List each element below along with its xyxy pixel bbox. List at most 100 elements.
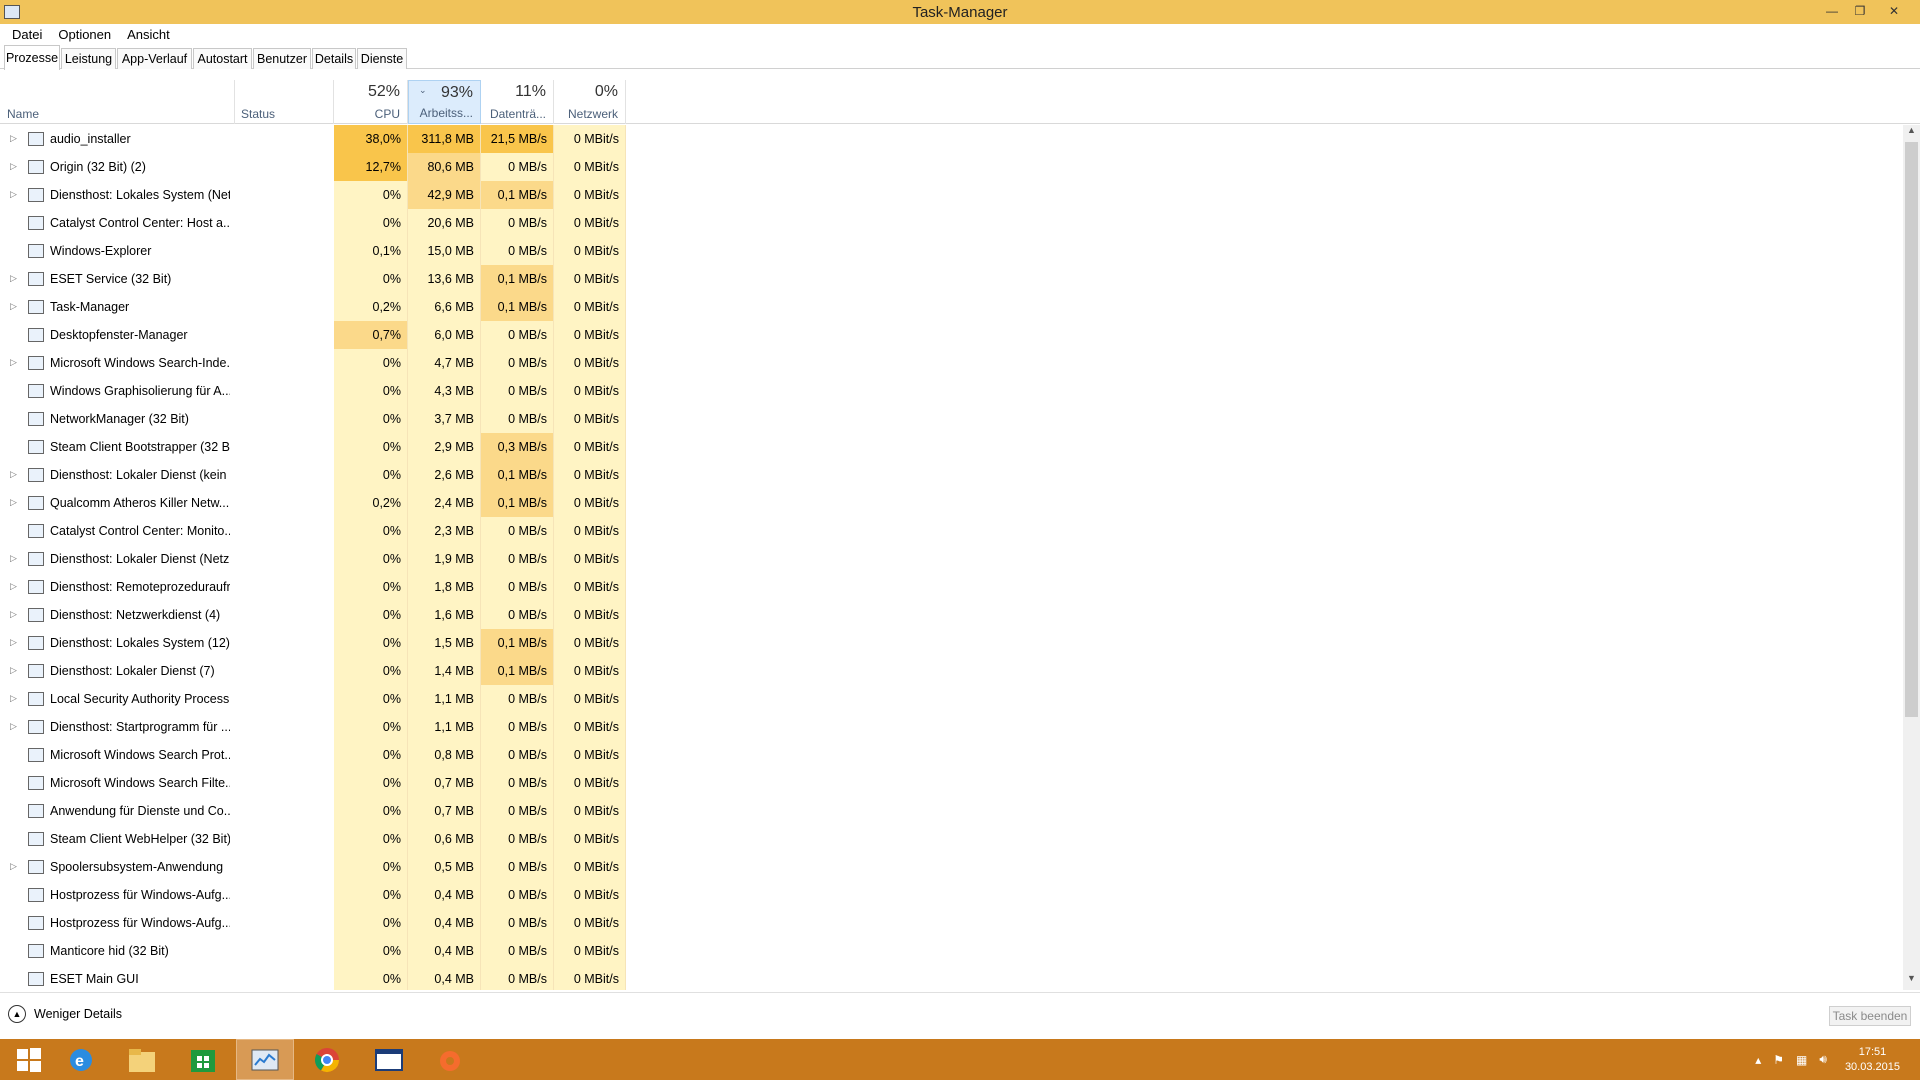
process-name: Windows Graphisolierung für A... [50,384,230,398]
process-row[interactable]: Catalyst Control Center: Host a... 0% 20,6… [0,209,626,237]
taskbar-file-explorer[interactable] [113,1039,171,1080]
gear-icon [28,580,44,594]
taskbar-internet-explorer[interactable]: e [52,1039,110,1080]
process-row[interactable]: ▷ Diensthost: Lokaler Dienst (Netz... 0% 1,… [0,545,626,573]
expand-chevron-icon[interactable]: ▷ [10,581,18,591]
taskbar-task-manager[interactable] [236,1039,294,1080]
tab-benutzer[interactable]: Benutzer [253,48,311,69]
process-row[interactable]: ▷ Microsoft Windows Search-Inde... 0% 4,7 M… [0,349,626,377]
process-name: Diensthost: Lokales System (Net... [50,188,230,202]
expand-chevron-icon[interactable]: ▷ [10,609,18,619]
process-network: 0 MBit/s [554,573,626,601]
menu-optionen[interactable]: Optionen [50,27,119,42]
scroll-down-icon[interactable]: ▼ [1903,973,1920,990]
scroll-thumb[interactable] [1905,142,1918,717]
column-cpu[interactable]: 52% CPU [334,80,408,124]
column-status[interactable]: Status [235,80,334,124]
column-disk[interactable]: 11% Datenträ... [481,80,554,124]
vertical-scrollbar[interactable]: ▲ ▼ [1903,125,1920,990]
process-disk: 0 MB/s [481,601,554,629]
less-details-button[interactable]: ▲ Weniger Details [8,1005,122,1023]
process-disk: 0 MB/s [481,853,554,881]
process-name: Diensthost: Lokaler Dienst (Netz... [50,552,230,566]
expand-chevron-icon[interactable]: ▷ [10,693,18,703]
process-row[interactable]: ▷ Spoolersubsystem-Anwendung 0% 0,5 MB 0 MB/… [0,853,626,881]
task-manager-app-icon[interactable] [4,5,20,19]
process-memory: 0,7 MB [408,769,481,797]
process-row[interactable]: Microsoft Windows Search Filte... 0% 0,7 M… [0,769,626,797]
menu-ansicht[interactable]: Ansicht [119,27,178,42]
tab-prozesse[interactable]: Prozesse [4,45,60,70]
expand-chevron-icon[interactable]: ▷ [10,553,18,563]
menu-datei[interactable]: Datei [4,27,50,42]
volume-icon[interactable]: 🔊︎ [1819,1052,1827,1067]
process-row[interactable]: ▷ ESET Service (32 Bit) 0% 13,6 MB 0,1 MB/s 0… [0,265,626,293]
expand-chevron-icon[interactable]: ▷ [10,665,18,675]
footer-bar: ▲ Weniger Details Task beenden [0,992,1920,1030]
search-user-icon [28,776,44,790]
tray-chevron-up-icon[interactable]: ▴ [1755,1053,1761,1067]
process-row[interactable]: ▷ Diensthost: Lokales System (Net... 0% 42,… [0,181,626,209]
tab-app-verlauf[interactable]: App-Verlauf [117,48,192,69]
process-row[interactable]: ▷ Diensthost: Lokaler Dienst (7) 0% 1,4 MB 0… [0,657,626,685]
process-disk: 0 MB/s [481,209,554,237]
process-row[interactable]: ESET Main GUI 0% 0,4 MB 0 MB/s 0 MBit/s [0,965,626,990]
process-row[interactable]: ▷ Diensthost: Lokaler Dienst (kein ... 0% 2… [0,461,626,489]
expand-chevron-icon[interactable]: ▷ [10,133,18,143]
process-row[interactable]: Microsoft Windows Search Prot... 0% 0,8 MB… [0,741,626,769]
close-button[interactable]: ✕ [1874,0,1914,22]
network-tray-icon[interactable]: ▦ [1796,1053,1807,1067]
process-row[interactable]: ▷ audio_installer 38,0% 311,8 MB 21,5 MB/s 0 … [0,125,626,153]
process-row[interactable]: ▷ Diensthost: Remoteprozeduraufr... 0% 1,8 … [0,573,626,601]
start-button[interactable] [0,1039,58,1080]
scroll-up-icon[interactable]: ▲ [1903,125,1920,142]
taskbar-origin[interactable] [421,1039,479,1080]
process-row[interactable]: ▷ Origin (32 Bit) (2) 12,7% 80,6 MB 0 MB/s 0 … [0,153,626,181]
minimize-button[interactable]: — [1818,0,1846,22]
process-row[interactable]: Catalyst Control Center: Monito... 0% 2,3 … [0,517,626,545]
expand-chevron-icon[interactable]: ▷ [10,637,18,647]
expand-chevron-icon[interactable]: ▷ [10,357,18,367]
process-row[interactable]: Windows Graphisolierung für A... 0% 4,3 MB… [0,377,626,405]
tab-dienste[interactable]: Dienste [357,48,407,69]
expand-chevron-icon[interactable]: ▷ [10,861,18,871]
process-memory: 1,8 MB [408,573,481,601]
process-row[interactable]: ▷ Local Security Authority Process... 0% 1,… [0,685,626,713]
expand-chevron-icon[interactable]: ▷ [10,469,18,479]
taskbar-window[interactable] [360,1039,418,1080]
process-row[interactable]: Hostprozess für Windows-Aufg... 0% 0,4 MB 0… [0,881,626,909]
action-center-flag-icon[interactable]: ⚑ [1773,1053,1784,1067]
process-row[interactable]: Steam Client WebHelper (32 Bit) 0% 0,6 MB 0… [0,825,626,853]
process-row[interactable]: Anwendung für Dienste und Co... 0% 0,7 MB 0… [0,797,626,825]
process-row[interactable]: ▷ Diensthost: Lokales System (12) 0% 1,5 MB… [0,629,626,657]
column-network[interactable]: 0% Netzwerk [554,80,626,124]
expand-chevron-icon[interactable]: ▷ [10,273,18,283]
taskbar-chrome[interactable] [298,1039,356,1080]
process-row[interactable]: ▷ Task-Manager 0,2% 6,6 MB 0,1 MB/s 0 MBit/s [0,293,626,321]
tab-details[interactable]: Details [312,48,356,69]
column-name[interactable]: Name [0,80,235,124]
tab-autostart[interactable]: Autostart [193,48,252,69]
process-row[interactable]: Desktopfenster-Manager 0,7% 6,0 MB 0 MB/s 0 … [0,321,626,349]
expand-chevron-icon[interactable]: ▷ [10,497,18,507]
process-row[interactable]: ▷ Diensthost: Startprogramm für ... 0% 1,1 … [0,713,626,741]
process-row[interactable]: NetworkManager (32 Bit) 0% 3,7 MB 0 MB/s 0 M… [0,405,626,433]
end-task-button[interactable]: Task beenden [1829,1006,1911,1026]
expand-chevron-icon[interactable]: ▷ [10,161,18,171]
expand-chevron-icon[interactable]: ▷ [10,189,18,199]
tab-leistung[interactable]: Leistung [61,48,116,69]
process-disk: 0,1 MB/s [481,657,554,685]
expand-chevron-icon[interactable]: ▷ [10,721,18,731]
clock[interactable]: 17:51 30.03.2015 [1845,1045,1900,1075]
process-row[interactable]: ▷ Diensthost: Netzwerkdienst (4) 0% 1,6 MB 0… [0,601,626,629]
process-row[interactable]: Manticore hid (32 Bit) 0% 0,4 MB 0 MB/s 0 MB… [0,937,626,965]
column-memory[interactable]: ⌄ 93% Arbeitss... [408,80,481,124]
process-row[interactable]: ▷ Qualcomm Atheros Killer Netw... 0,2% 2,4 … [0,489,626,517]
expand-chevron-icon[interactable]: ▷ [10,301,18,311]
gear-icon [28,608,44,622]
process-row[interactable]: Steam Client Bootstrapper (32 Bit) 0% 2,9 … [0,433,626,461]
taskbar-store[interactable] [174,1039,232,1080]
process-row[interactable]: Windows-Explorer 0,1% 15,0 MB 0 MB/s 0 MBit/… [0,237,626,265]
process-row[interactable]: Hostprozess für Windows-Aufg... 0% 0,4 MB 0… [0,909,626,937]
restore-button[interactable]: ❐ [1846,0,1874,22]
